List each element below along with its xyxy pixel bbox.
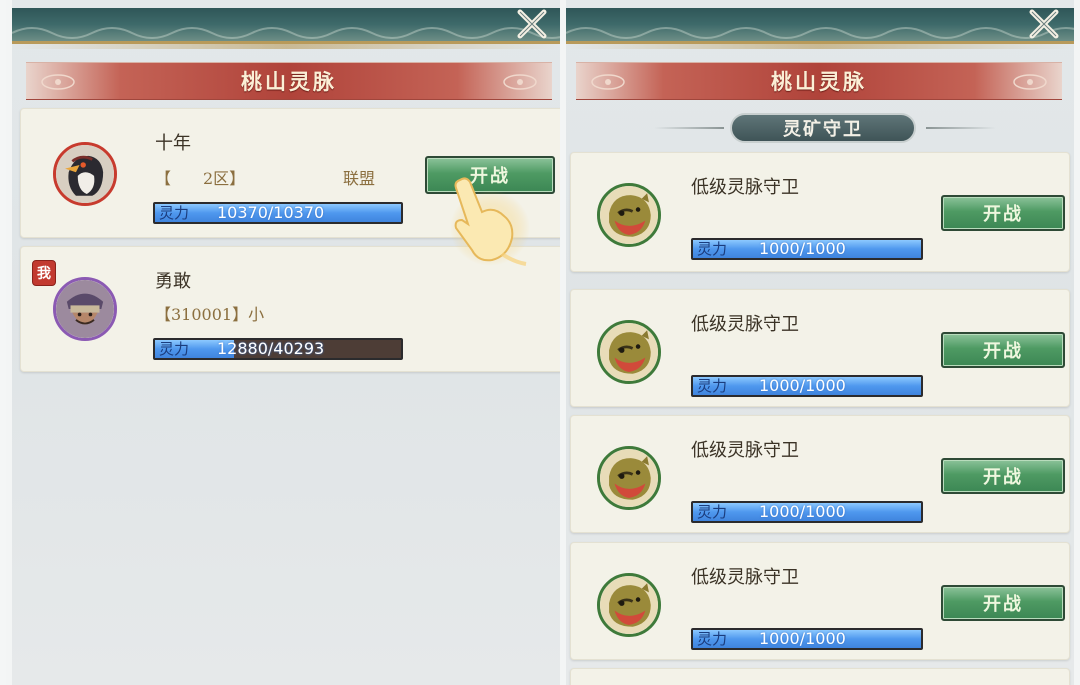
guard-name: 低级灵脉守卫 (691, 567, 799, 588)
guard-avatar[interactable] (597, 183, 661, 247)
left-panel: 桃山灵脉 十年 【 2区】 联盟 灵力 10370/10370 开战 勇敢 【3… (6, 0, 564, 685)
guard-card: 低级灵脉守卫 灵力 1000/1000 开战 (570, 415, 1070, 533)
panel-title-bar: 桃山灵脉 (26, 62, 552, 100)
divider-line (926, 127, 996, 129)
close-button[interactable] (512, 4, 552, 44)
guard-card: 低级灵脉守卫 灵力 1000/1000 开战 (570, 289, 1070, 407)
cloud-ornament-icon (41, 74, 75, 90)
power-bar: 灵力 12880/40293 (153, 338, 403, 360)
opponent-card: 十年 【 2区】 联盟 灵力 10370/10370 开战 (20, 108, 560, 238)
beast-guard-avatar-icon (600, 186, 658, 244)
guard-avatar[interactable] (597, 573, 661, 637)
power-value: 10370/10370 (217, 203, 325, 222)
guard-avatar[interactable] (597, 320, 661, 384)
own-card: 勇敢 【310001】小 灵力 12880/40293 (20, 246, 560, 372)
beast-guard-avatar-icon (600, 323, 658, 381)
wave-ornament (12, 27, 560, 39)
power-label: 灵力 (697, 377, 728, 395)
power-value: 1000/1000 (759, 629, 846, 648)
cloud-ornament-icon (1013, 74, 1047, 90)
wave-ornament (566, 27, 1074, 39)
guard-card: 低级灵脉守卫 灵力 1000/1000 开战 (570, 542, 1070, 660)
power-label: 灵力 (159, 204, 190, 222)
close-button[interactable] (1024, 4, 1064, 44)
cloud-ornament-icon (591, 74, 625, 90)
close-icon (1029, 9, 1059, 39)
power-label: 灵力 (697, 503, 728, 521)
panel-title-bar: 桃山灵脉 (576, 62, 1062, 100)
power-label: 灵力 (697, 630, 728, 648)
beast-guard-avatar-icon (600, 576, 658, 634)
player-name: 勇敢 (155, 271, 191, 292)
guard-card-partial (570, 668, 1070, 685)
player-alliance: 联盟 (343, 169, 376, 188)
panel-title: 桃山灵脉 (241, 69, 337, 94)
power-value: 1000/1000 (759, 376, 846, 395)
power-bar: 灵力 1000/1000 (691, 238, 923, 260)
guard-name: 低级灵脉守卫 (691, 314, 799, 335)
section-banner: 灵矿守卫 (730, 113, 916, 143)
section-title: 灵矿守卫 (783, 119, 863, 140)
top-banner (566, 8, 1074, 49)
me-badge: 我 (32, 260, 56, 286)
power-value: 1000/1000 (759, 502, 846, 521)
power-value: 1000/1000 (759, 239, 846, 258)
power-label: 灵力 (159, 340, 190, 358)
power-bar: 灵力 1000/1000 (691, 501, 923, 523)
divider-line (654, 127, 724, 129)
power-bar: 灵力 1000/1000 (691, 375, 923, 397)
eagle-avatar-icon (56, 145, 114, 203)
power-value: 12880/40293 (217, 339, 325, 358)
fight-button[interactable]: 开战 (941, 585, 1065, 621)
player-name: 十年 (155, 133, 191, 154)
player-avatar[interactable] (53, 142, 117, 206)
player-avatar[interactable] (53, 277, 117, 341)
player-server: 【 2区】 (155, 169, 246, 188)
top-banner (12, 8, 560, 49)
guard-avatar[interactable] (597, 446, 661, 510)
panel-title: 桃山灵脉 (771, 69, 867, 94)
warrior-avatar-icon (56, 280, 114, 338)
guard-name: 低级灵脉守卫 (691, 440, 799, 461)
fight-button[interactable]: 开战 (941, 458, 1065, 494)
power-bar: 灵力 1000/1000 (691, 628, 923, 650)
power-bar: 灵力 10370/10370 (153, 202, 403, 224)
player-server: 【310001】小 (155, 305, 265, 324)
close-icon (517, 9, 547, 39)
fight-button[interactable]: 开战 (941, 195, 1065, 231)
cloud-ornament-icon (503, 74, 537, 90)
beast-guard-avatar-icon (600, 449, 658, 507)
right-panel: 桃山灵脉 灵矿守卫 低级灵脉守卫 灵力 1000/1000 开战 低级灵脉守卫 … (562, 0, 1080, 685)
guard-name: 低级灵脉守卫 (691, 177, 799, 198)
fight-button[interactable]: 开战 (941, 332, 1065, 368)
fight-button[interactable]: 开战 (425, 156, 555, 194)
power-label: 灵力 (697, 240, 728, 258)
guard-card: 低级灵脉守卫 灵力 1000/1000 开战 (570, 152, 1070, 272)
